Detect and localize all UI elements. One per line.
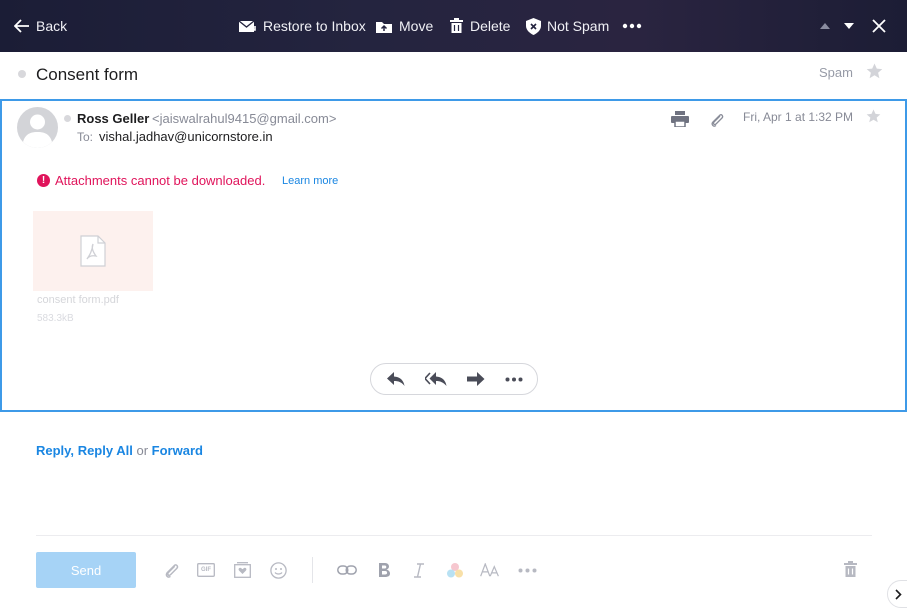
more-dots-icon xyxy=(505,377,523,381)
avatar xyxy=(17,107,58,148)
folder-move-icon xyxy=(376,21,392,33)
alert-icon: ! xyxy=(37,174,50,187)
font-size-icon xyxy=(480,563,499,577)
attach-button[interactable] xyxy=(161,560,181,580)
emoji-icon xyxy=(269,561,287,579)
emoji-button[interactable] xyxy=(268,560,288,580)
forward-arrow-icon xyxy=(467,372,485,386)
reply-link[interactable]: Reply, xyxy=(36,443,74,458)
paperclip-icon xyxy=(165,563,178,578)
next-message-button[interactable] xyxy=(843,0,861,52)
message-card: Ross Geller <jaiswalrahul9415@gmail.com>… xyxy=(0,99,907,412)
attachment-warning: ! Attachments cannot be downloaded. xyxy=(37,173,265,188)
bold-icon xyxy=(379,563,390,577)
reply-all-button[interactable] xyxy=(423,364,449,394)
back-button[interactable]: Back xyxy=(14,0,67,52)
warning-text: Attachments cannot be downloaded. xyxy=(55,173,266,188)
close-icon xyxy=(872,19,886,33)
attachment-name[interactable]: consent form.pdf xyxy=(37,294,119,306)
to-label: To: xyxy=(77,130,94,144)
move-label: Move xyxy=(399,18,434,34)
italic-button[interactable] xyxy=(409,560,429,580)
not-spam-label: Not Spam xyxy=(547,18,610,34)
more-dots-icon xyxy=(518,568,536,572)
trash-icon xyxy=(450,18,463,33)
more-actions-button[interactable] xyxy=(622,0,648,52)
move-button[interactable]: Move xyxy=(375,0,433,52)
message-actions xyxy=(370,363,538,395)
arrow-left-icon xyxy=(14,19,29,33)
recipient-email[interactable]: vishal.jadhav@unicornstore.in xyxy=(99,129,273,144)
back-label: Back xyxy=(36,18,68,34)
restore-to-inbox-button[interactable]: Restore to Inbox xyxy=(238,0,366,52)
sender-email[interactable]: <jaiswalrahul9415@gmail.com> xyxy=(152,111,336,126)
message-star-icon[interactable] xyxy=(866,109,881,123)
or-text: or xyxy=(136,443,149,458)
forward-button[interactable] xyxy=(464,364,488,394)
top-toolbar: Back Restore to Inbox Move Delete Not Sp… xyxy=(0,0,907,52)
unread-dot xyxy=(64,115,71,122)
attachment-thumbnail[interactable] xyxy=(33,211,153,291)
caret-down-icon xyxy=(844,23,854,29)
gif-label: GIF xyxy=(201,567,211,573)
delete-button[interactable]: Delete xyxy=(449,0,510,52)
print-icon[interactable] xyxy=(671,111,689,127)
more-formatting-button[interactable] xyxy=(517,560,537,580)
not-spam-button[interactable]: Not Spam xyxy=(526,0,609,52)
stationery-button[interactable] xyxy=(232,560,252,580)
caret-up-icon xyxy=(820,23,830,29)
discard-draft-icon[interactable] xyxy=(843,561,858,578)
send-button[interactable]: Send xyxy=(36,552,136,588)
paperclip-icon[interactable] xyxy=(709,112,725,128)
more-dots-icon xyxy=(622,23,642,29)
subject-row: Consent form Spam xyxy=(0,52,907,99)
link-icon xyxy=(337,565,357,575)
italic-icon xyxy=(414,562,424,578)
sender-name[interactable]: Ross Geller xyxy=(77,111,149,126)
user-silhouette-icon xyxy=(22,114,53,148)
forward-link[interactable]: Forward xyxy=(152,443,203,458)
learn-more-link[interactable]: Learn more xyxy=(282,175,338,187)
insert-link-button[interactable] xyxy=(337,560,357,580)
quick-reply-line: Reply, Reply All or Forward xyxy=(36,443,203,458)
gif-button[interactable]: GIF xyxy=(196,560,216,580)
expand-panel-button[interactable] xyxy=(887,580,907,608)
close-button[interactable] xyxy=(872,0,892,52)
folder-label[interactable]: Spam xyxy=(819,65,853,80)
attachment-size: 583.3kB xyxy=(37,313,74,324)
shield-icon xyxy=(526,17,541,35)
star-icon[interactable] xyxy=(866,63,883,79)
bold-button[interactable] xyxy=(374,560,394,580)
font-size-button[interactable] xyxy=(480,560,500,580)
stationery-heart-icon xyxy=(233,562,251,578)
reply-all-icon xyxy=(425,372,447,386)
toolbar-divider xyxy=(312,557,313,583)
message-more-button[interactable] xyxy=(502,364,526,394)
reply-icon xyxy=(387,372,405,386)
reply-all-link[interactable]: Reply All xyxy=(78,443,133,458)
reply-button[interactable] xyxy=(384,364,408,394)
read-status-dot[interactable] xyxy=(18,70,26,78)
pdf-file-icon xyxy=(80,235,106,267)
text-color-button[interactable] xyxy=(445,560,465,580)
restore-envelope-icon xyxy=(238,19,256,32)
message-date: Fri, Apr 1 at 1:32 PM xyxy=(743,110,854,124)
previous-message-button[interactable] xyxy=(819,0,837,52)
chevron-right-icon xyxy=(895,588,902,600)
compose-divider xyxy=(36,535,872,536)
message-subject: Consent form xyxy=(36,65,139,84)
delete-label: Delete xyxy=(470,18,511,34)
restore-label: Restore to Inbox xyxy=(263,18,366,34)
color-palette-icon xyxy=(447,562,463,577)
